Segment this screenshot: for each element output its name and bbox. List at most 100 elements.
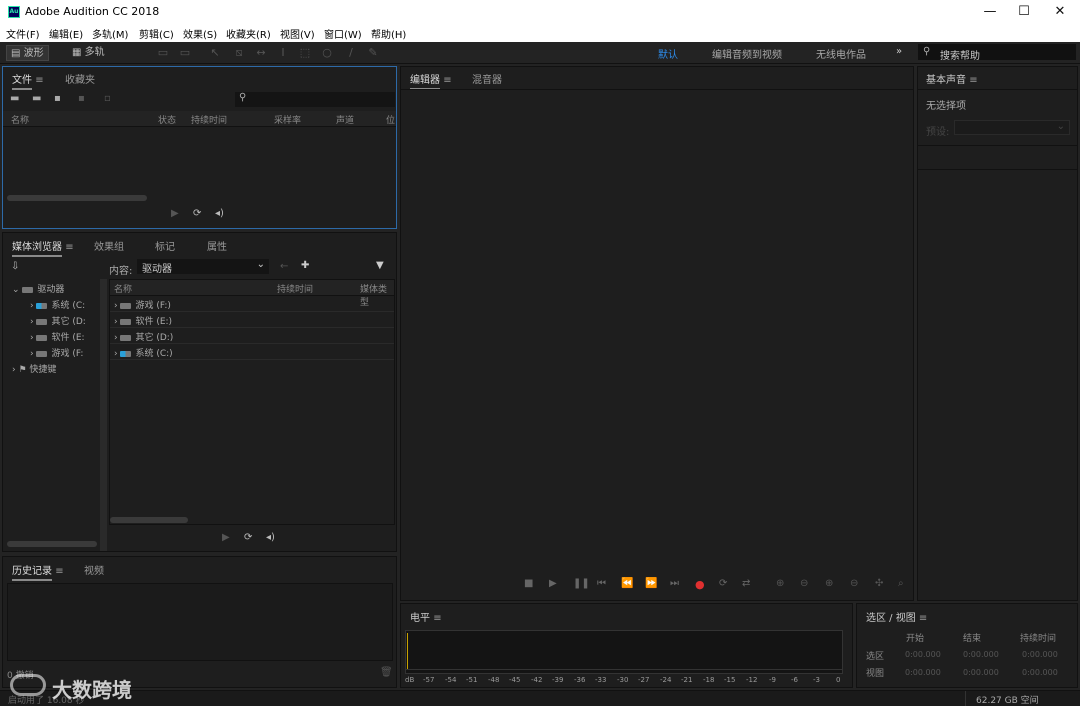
move-tool-icon[interactable]: ↖ — [208, 46, 222, 60]
import-file-icon[interactable]: ▬ — [32, 93, 41, 104]
panel-menu-icon[interactable]: ≡ — [443, 75, 451, 86]
workspace-default[interactable]: 默认 — [658, 46, 678, 61]
skip-icon[interactable]: ⇄ — [742, 578, 750, 589]
lasso-tool-icon[interactable]: ○ — [320, 46, 334, 60]
add-shortcut-icon[interactable]: ✚ — [301, 260, 309, 271]
go-to-end-button[interactable]: ⏭ — [670, 578, 679, 589]
tab-video[interactable]: 视频 — [84, 562, 104, 577]
list-item[interactable]: › 其它 (D:) — [110, 328, 394, 344]
time-selection-icon[interactable]: I — [276, 46, 290, 60]
content-select[interactable]: 驱动器 ⌄ — [137, 259, 269, 275]
col-name[interactable]: 名称 — [11, 113, 29, 126]
tab-mixer[interactable]: 混音器 — [472, 71, 502, 86]
panel-menu-icon[interactable]: ≡ — [55, 566, 63, 577]
tab-editor[interactable]: 编辑器 — [410, 75, 440, 90]
horizontal-scrollbar[interactable] — [7, 195, 147, 201]
panel-menu-icon[interactable]: ≡ — [35, 75, 43, 86]
list-item[interactable]: › 游戏 (F:) — [110, 296, 394, 312]
record-button[interactable]: ● — [695, 578, 705, 591]
menu-view[interactable]: 视图(V) — [280, 26, 315, 41]
col-sample-rate[interactable]: 采样率 — [274, 113, 301, 126]
col-bit[interactable]: 位 — [386, 113, 395, 126]
spectral-frequency-icon[interactable]: ▭ — [156, 46, 170, 60]
open-file-icon[interactable]: ▬ — [10, 93, 19, 104]
slip-tool-icon[interactable]: ↔ — [254, 46, 268, 60]
list-item[interactable]: › 软件 (E:) — [110, 312, 394, 328]
trash-icon[interactable]: 🗑 — [380, 667, 393, 678]
tab-favorites[interactable]: 收藏夹 — [65, 71, 95, 86]
panel-menu-icon[interactable]: ≡ — [65, 242, 73, 253]
zoom-in-time-icon[interactable]: ⊕ — [825, 578, 833, 589]
search-help-box[interactable]: ⚲ 搜索帮助 — [918, 44, 1076, 62]
insert-icon[interactable]: ▪ — [78, 93, 85, 104]
menu-window[interactable]: 窗口(W) — [324, 26, 362, 41]
splitter-handle[interactable] — [100, 279, 107, 551]
autoplay-speaker-icon[interactable]: ◂) — [215, 208, 224, 219]
tree-item-drive-e[interactable]: › 软件 (E: — [12, 330, 86, 346]
menu-effects[interactable]: 效果(S) — [183, 26, 217, 41]
tree-item-shortcuts[interactable]: › ⚑ 快捷键 — [12, 362, 86, 378]
zoom-full-icon[interactable]: ✣ — [875, 578, 883, 589]
delete-icon[interactable]: ▫ — [104, 93, 111, 104]
razor-tool-icon[interactable]: ⧅ — [232, 46, 246, 60]
menu-clip[interactable]: 剪辑(C) — [139, 26, 174, 41]
play-icon[interactable]: ▶ — [222, 532, 230, 543]
selection-end[interactable]: 0:00.000 — [963, 650, 999, 659]
spectral-pitch-icon[interactable]: ▭ — [178, 46, 192, 60]
pause-button[interactable]: ❚❚ — [573, 578, 590, 589]
menu-edit[interactable]: 编辑(E) — [49, 26, 83, 41]
workspace-edit-audio-to-video[interactable]: 编辑音频到视频 — [712, 46, 782, 61]
multitrack-mode-button[interactable]: ▦ 多轨 — [68, 45, 109, 61]
col-channels[interactable]: 声道 — [336, 113, 354, 126]
view-duration[interactable]: 0:00.000 — [1022, 668, 1058, 677]
stop-button[interactable]: ■ — [524, 578, 533, 589]
new-file-icon[interactable]: ▪ — [54, 93, 61, 104]
tab-history[interactable]: 历史记录 — [12, 566, 52, 581]
zoom-out-amplitude-icon[interactable]: ⊖ — [800, 578, 808, 589]
col-duration[interactable]: 持续时间 — [191, 113, 227, 126]
tab-markers[interactable]: 标记 — [155, 238, 175, 253]
tab-effects-rack[interactable]: 效果组 — [94, 238, 124, 253]
search-help-input[interactable]: 搜索帮助 — [940, 47, 980, 62]
close-button[interactable]: ✕ — [1042, 0, 1078, 24]
maximize-button[interactable]: ☐ — [1006, 0, 1042, 24]
panel-menu-icon[interactable]: ≡ — [969, 75, 977, 86]
filter-icon[interactable]: ▼ — [376, 260, 384, 271]
menu-multitrack[interactable]: 多轨(M) — [92, 26, 128, 41]
selection-start[interactable]: 0:00.000 — [905, 650, 941, 659]
zoom-selection-icon[interactable]: ⌕ — [898, 578, 904, 589]
zoom-out-time-icon[interactable]: ⊖ — [850, 578, 858, 589]
selection-duration[interactable]: 0:00.000 — [1022, 650, 1058, 659]
tree-item-drive-c[interactable]: › 系统 (C: — [12, 298, 86, 314]
tab-properties[interactable]: 属性 — [207, 238, 227, 253]
play-icon[interactable]: ▶ — [171, 208, 179, 219]
loop-icon[interactable]: ⟳ — [244, 532, 252, 543]
menu-file[interactable]: 文件(F) — [6, 26, 40, 41]
import-drive-icon[interactable]: ⇩ — [11, 261, 19, 272]
panel-menu-icon[interactable]: ≡ — [919, 613, 927, 624]
loop-icon[interactable]: ⟳ — [193, 208, 201, 219]
panel-menu-icon[interactable]: ≡ — [433, 613, 441, 624]
col-duration[interactable]: 持续时间 — [277, 282, 313, 295]
fast-forward-button[interactable]: ⏩ — [645, 578, 657, 589]
preset-select[interactable]: ⌄ — [954, 120, 1070, 135]
tree-item-drives[interactable]: ⌄ 驱动器 — [12, 282, 86, 298]
zoom-in-amplitude-icon[interactable]: ⊕ — [776, 578, 784, 589]
tree-scrollbar[interactable] — [7, 541, 97, 547]
autoplay-speaker-icon[interactable]: ◂) — [266, 532, 275, 543]
menu-favorites[interactable]: 收藏夹(R) — [226, 26, 271, 41]
tab-files[interactable]: 文件 — [12, 75, 32, 90]
loop-playback-icon[interactable]: ⟳ — [719, 578, 727, 589]
col-name[interactable]: 名称 — [114, 282, 132, 295]
more-workspaces-icon[interactable]: » — [896, 46, 902, 57]
spot-healing-icon[interactable]: ✎ — [366, 46, 380, 60]
list-item[interactable]: › 系统 (C:) — [110, 344, 394, 360]
tree-item-drive-d[interactable]: › 其它 (D: — [12, 314, 86, 330]
tree-item-drive-f[interactable]: › 游戏 (F: — [12, 346, 86, 362]
col-status[interactable]: 状态 — [158, 113, 176, 126]
brush-tool-icon[interactable]: / — [344, 46, 358, 60]
tab-media-browser[interactable]: 媒体浏览器 — [12, 242, 62, 257]
col-media-type[interactable]: 媒体类型 — [360, 282, 394, 308]
view-start[interactable]: 0:00.000 — [905, 668, 941, 677]
back-arrow-icon[interactable]: ← — [280, 261, 288, 272]
